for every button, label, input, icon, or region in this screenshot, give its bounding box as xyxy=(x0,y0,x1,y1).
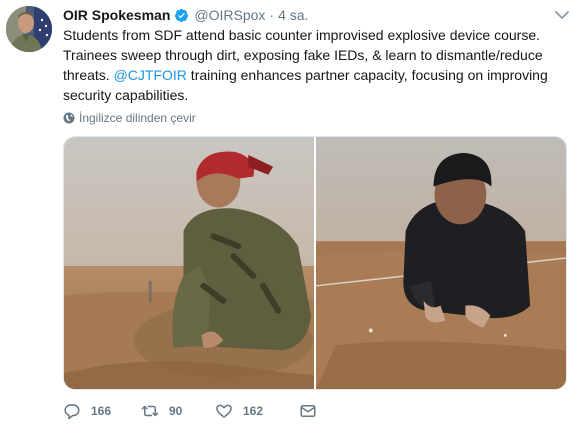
chevron-down-icon[interactable] xyxy=(555,10,569,20)
avatar[interactable] xyxy=(6,6,52,52)
display-name[interactable]: OIR Spokesman xyxy=(63,7,170,23)
reply-icon xyxy=(64,404,80,420)
timestamp[interactable]: 4 sa. xyxy=(278,7,308,23)
photo-left-image xyxy=(64,137,314,389)
globe-icon xyxy=(63,112,75,124)
photo-trainee-left[interactable] xyxy=(64,137,314,389)
tweet-header: OIR Spokesman @OIRSpox · 4 sa. xyxy=(63,6,551,24)
verified-badge-icon xyxy=(175,8,189,22)
translate-label: İngilizce dilinden çevir xyxy=(79,111,196,125)
retweet-button[interactable]: 90 xyxy=(141,402,215,420)
reply-button[interactable]: 166 xyxy=(63,402,141,420)
heart-icon xyxy=(216,404,232,418)
direct-message-button[interactable] xyxy=(299,402,327,420)
photo-right-image xyxy=(315,137,566,389)
photo-trainee-right[interactable] xyxy=(315,137,566,389)
like-button[interactable]: 162 xyxy=(215,402,299,420)
reply-count: 166 xyxy=(91,404,112,418)
tweet-text: Students from SDF attend basic counter i… xyxy=(63,25,563,105)
user-handle[interactable]: @OIRSpox xyxy=(194,7,265,23)
retweet-count: 90 xyxy=(169,404,183,418)
media-grid xyxy=(63,136,567,390)
tweet-actions: 166 90 162 xyxy=(63,402,327,420)
mention-link[interactable]: @CJTFOIR xyxy=(114,67,187,83)
separator-dot: · xyxy=(269,7,275,23)
envelope-icon xyxy=(300,405,316,417)
like-count: 162 xyxy=(243,404,264,418)
retweet-icon xyxy=(141,405,159,417)
translate-tweet-link[interactable]: İngilizce dilinden çevir xyxy=(63,111,196,125)
avatar-image xyxy=(6,6,52,52)
